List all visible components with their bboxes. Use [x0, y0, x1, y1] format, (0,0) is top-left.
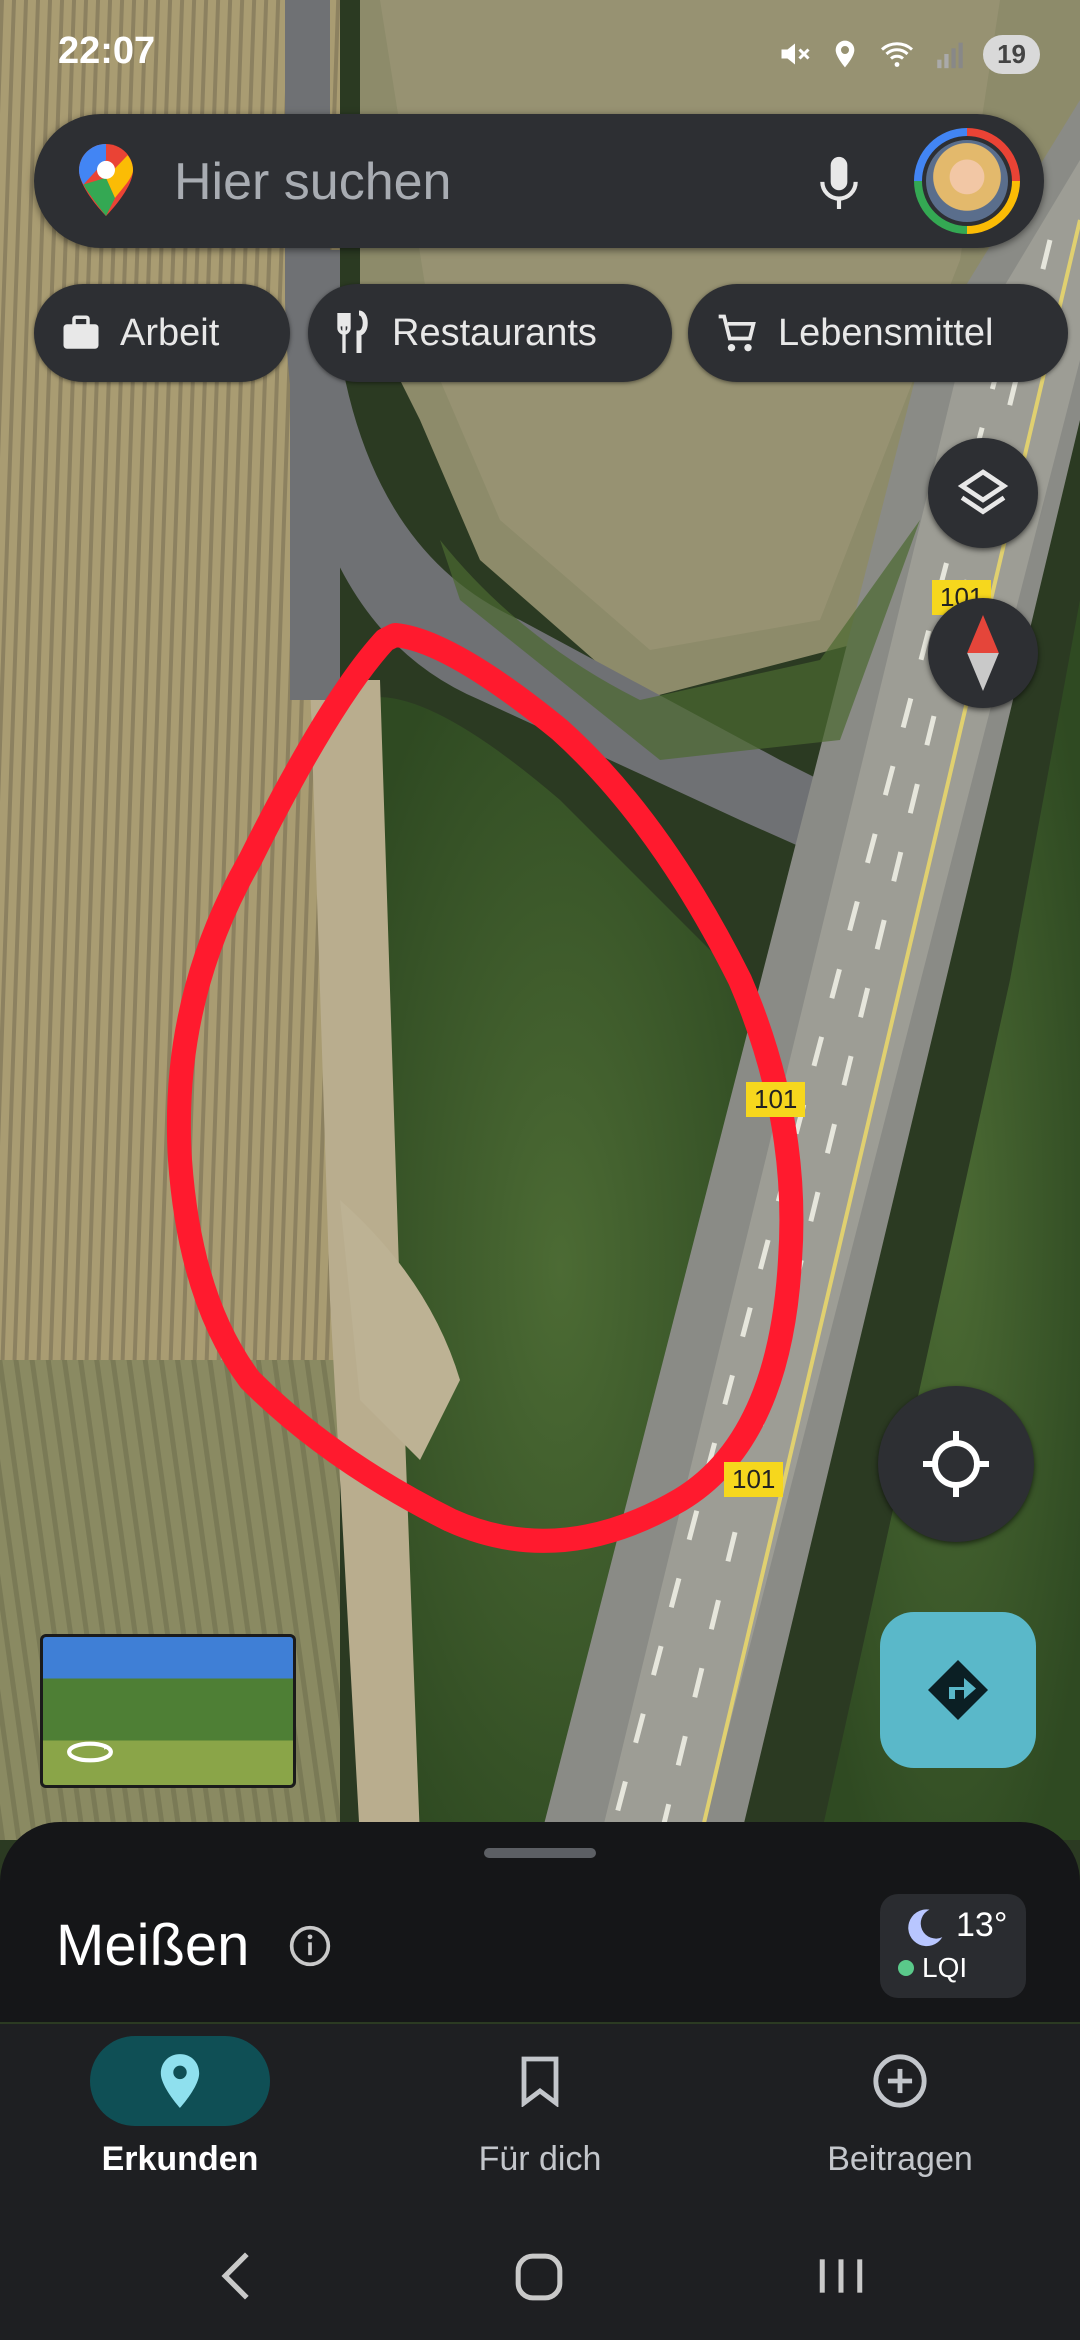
signal-icon	[937, 42, 963, 69]
tab-beitragen[interactable]: Beitragen	[720, 2024, 1080, 2214]
tab-label: Erkunden	[101, 2140, 259, 2178]
layers-button[interactable]	[928, 438, 1038, 548]
fork-knife-icon	[337, 310, 368, 353]
compass-icon	[967, 615, 999, 691]
shopping-cart-icon	[718, 314, 756, 352]
search-bar[interactable]: Hier suchen	[34, 114, 1044, 248]
chip-label: Restaurants	[392, 311, 597, 354]
tab-erkunden[interactable]: Erkunden	[0, 2024, 360, 2214]
my-location-button[interactable]	[878, 1386, 1034, 1542]
mute-icon	[781, 43, 810, 65]
chip-lebensmittel[interactable]: Lebensmittel	[688, 284, 1068, 382]
air-quality-dot	[898, 1960, 914, 1976]
directions-icon	[928, 1660, 988, 1720]
home-icon[interactable]	[514, 2252, 564, 2302]
status-icons: 19	[777, 30, 1040, 78]
bottom-navigation: Erkunden Für dich Beitragen	[0, 2024, 1080, 2214]
compass-button[interactable]	[928, 598, 1038, 708]
chip-label: Lebensmittel	[778, 311, 994, 354]
status-time: 22:07	[58, 30, 156, 72]
bookmark-icon	[521, 2056, 559, 2107]
satellite-map[interactable]	[0, 0, 1080, 1840]
wifi-icon	[881, 42, 914, 67]
search-input[interactable]: Hier suchen	[174, 152, 451, 212]
chip-restaurants[interactable]: Restaurants	[308, 284, 672, 382]
status-bar: 22:07 19	[0, 0, 1080, 110]
street-view-thumbnail[interactable]	[40, 1634, 296, 1788]
layers-icon	[957, 469, 1009, 515]
weather-widget[interactable]: 13° LQI	[880, 1894, 1026, 1998]
place-sheet[interactable]: Meißen 13° LQI	[0, 1822, 1080, 2022]
rotate-360-icon	[67, 1741, 113, 1763]
active-tab-indicator	[90, 2036, 270, 2126]
sheet-handle[interactable]	[484, 1848, 596, 1858]
directions-button[interactable]	[880, 1612, 1036, 1768]
air-quality-label: LQI	[922, 1952, 968, 1983]
location-pin-icon	[160, 2054, 200, 2108]
tab-fuer-dich[interactable]: Für dich	[360, 2024, 720, 2214]
road-badge: 101	[724, 1462, 784, 1497]
chip-label: Arbeit	[120, 311, 220, 354]
system-navigation-bar	[0, 2214, 1080, 2340]
tab-label: Für dich	[478, 2140, 602, 2178]
add-circle-icon	[873, 2054, 927, 2108]
road-badge: 101	[746, 1082, 806, 1117]
recent-apps-icon[interactable]	[816, 2254, 866, 2298]
chip-arbeit[interactable]: Arbeit	[34, 284, 290, 382]
battery-indicator: 19	[983, 34, 1040, 74]
crosshair-icon	[923, 1431, 989, 1497]
location-icon	[835, 40, 855, 68]
place-title: Meißen	[56, 1913, 250, 1978]
microphone-icon[interactable]	[814, 154, 864, 214]
google-maps-logo-icon	[79, 144, 133, 216]
info-icon[interactable]	[288, 1924, 332, 1968]
moon-icon	[908, 1909, 943, 1947]
back-icon[interactable]	[216, 2250, 256, 2302]
briefcase-icon	[63, 315, 99, 349]
avatar[interactable]	[914, 128, 1020, 234]
tab-label: Beitragen	[827, 2140, 973, 2178]
temperature: 13°	[956, 1906, 1008, 1944]
